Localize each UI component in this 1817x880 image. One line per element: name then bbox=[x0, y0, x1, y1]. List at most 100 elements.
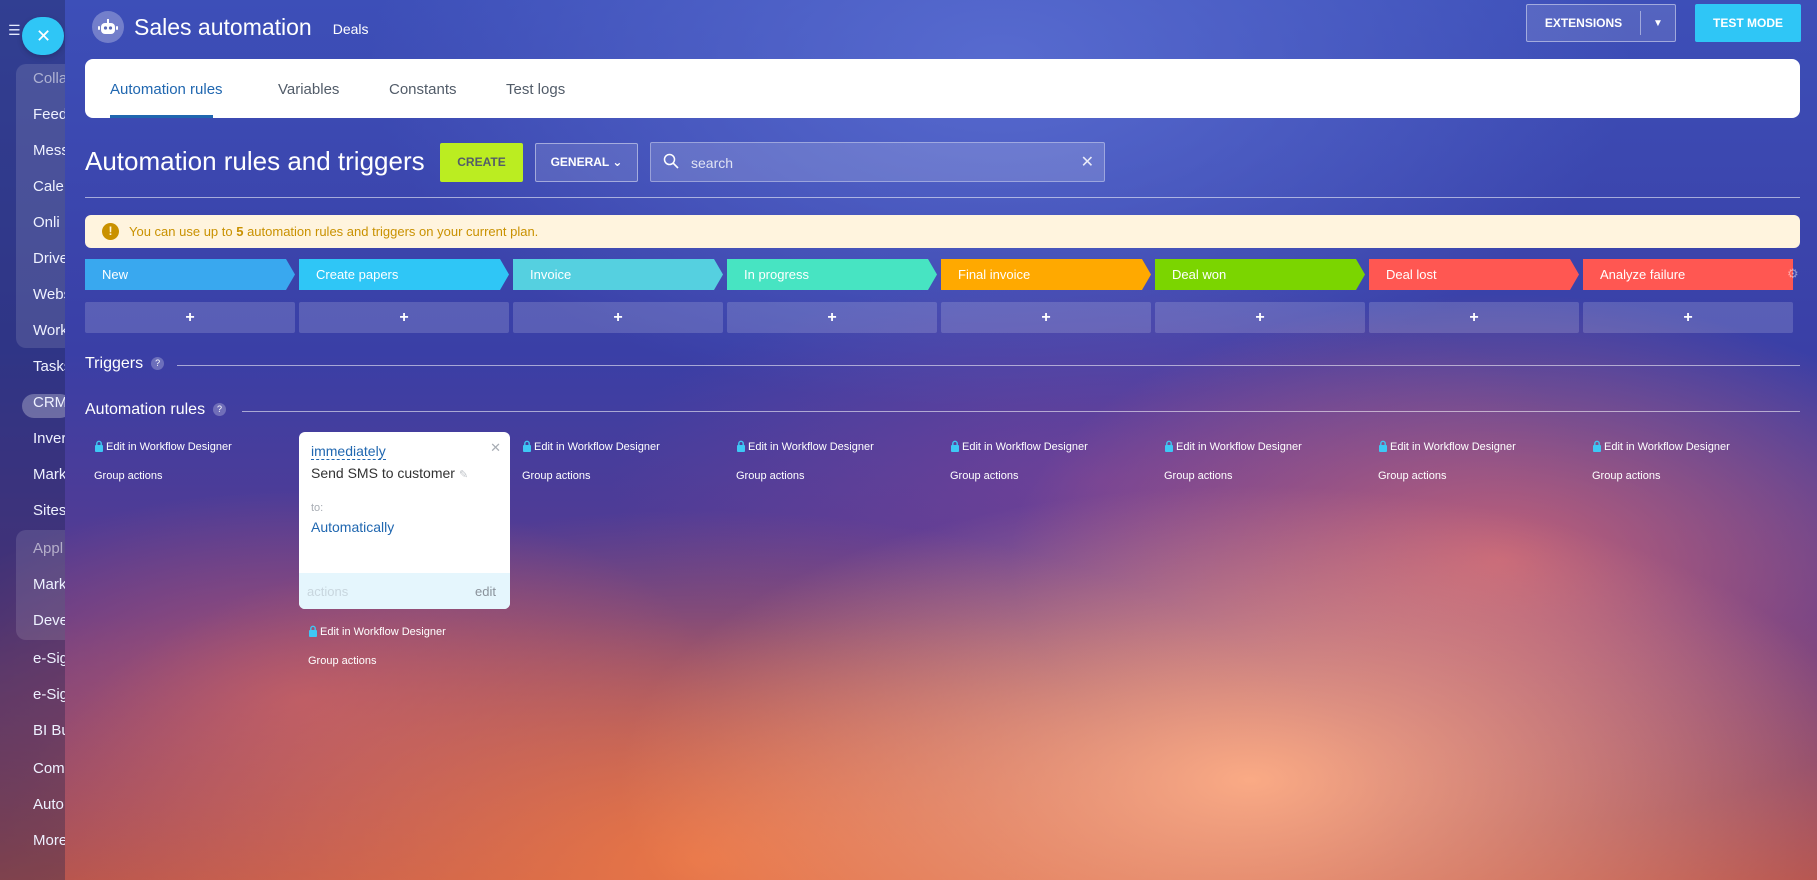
edit-in-workflow-designer-link[interactable]: Edit in Workflow Designer bbox=[94, 440, 232, 453]
edit-link-label: Edit in Workflow Designer bbox=[748, 441, 874, 453]
edit-link-label: Edit in Workflow Designer bbox=[1176, 441, 1302, 453]
group-actions-link[interactable]: Group actions bbox=[1164, 470, 1232, 482]
group-actions-link[interactable]: Group actions bbox=[1378, 470, 1446, 482]
page-title: Sales automation bbox=[134, 13, 312, 40]
stage-column-header: Deal won bbox=[1155, 259, 1365, 290]
plan-limit-notice: ! You can use up to 5 automation rules a… bbox=[85, 215, 1800, 248]
help-icon[interactable]: ? bbox=[213, 403, 227, 417]
edit-link-label: Edit in Workflow Designer bbox=[320, 626, 446, 638]
notice-text-start: You can use up to bbox=[129, 224, 237, 239]
header: Sales automation Deals bbox=[92, 8, 369, 46]
add-trigger-button[interactable]: + bbox=[299, 302, 509, 333]
close-icon[interactable]: ✕ bbox=[490, 440, 501, 456]
edit-in-workflow-designer-link[interactable]: Edit in Workflow Designer bbox=[950, 440, 1088, 453]
chevron-down-icon: ⌄ bbox=[612, 155, 623, 169]
rule-to-label: to: bbox=[311, 502, 324, 514]
sidebar-item[interactable]: Com bbox=[33, 760, 65, 777]
gear-icon[interactable]: ⚙ bbox=[1787, 266, 1799, 282]
edit-link-label: Edit in Workflow Designer bbox=[106, 441, 232, 453]
section-heading: Automation rules and triggers bbox=[85, 146, 425, 176]
lock-icon bbox=[1378, 440, 1388, 452]
group-actions-link[interactable]: Group actions bbox=[308, 655, 376, 667]
edit-in-workflow-designer-link[interactable]: Edit in Workflow Designer bbox=[308, 625, 446, 638]
extensions-label: EXTENSIONS bbox=[1544, 16, 1623, 30]
general-dropdown[interactable]: GENERAL ⌄ bbox=[535, 143, 638, 182]
warning-icon: ! bbox=[102, 223, 119, 240]
sidebar-item[interactable]: Inver bbox=[33, 430, 65, 447]
sidebar-item[interactable]: CRM bbox=[33, 394, 65, 411]
sidebar-item[interactable]: Sites bbox=[33, 502, 65, 519]
tabs-panel: Automation rules Variables Constants Tes… bbox=[85, 59, 1800, 118]
add-trigger-button[interactable]: + bbox=[1155, 302, 1365, 333]
add-trigger-button[interactable]: + bbox=[513, 302, 723, 333]
edit-in-workflow-designer-link[interactable]: Edit in Workflow Designer bbox=[1592, 440, 1730, 453]
tab-test-logs[interactable]: Test logs bbox=[506, 81, 565, 98]
sidebar-item[interactable]: Colla bbox=[33, 70, 65, 87]
automation-rules-heading: Automation rules? bbox=[85, 401, 227, 419]
stage-column-header: Deal lost bbox=[1369, 259, 1579, 290]
close-slider-button[interactable]: ✕ bbox=[22, 17, 64, 55]
group-actions-link[interactable]: Group actions bbox=[950, 470, 1018, 482]
chevron-down-icon[interactable]: ▼ bbox=[1641, 18, 1675, 29]
rule-card-footer: actions edit bbox=[299, 573, 510, 609]
sidebar-item[interactable]: Feed bbox=[33, 106, 65, 123]
group-actions-link[interactable]: Group actions bbox=[736, 470, 804, 482]
sidebar-item[interactable]: Cale bbox=[33, 178, 64, 195]
sidebar-item[interactable]: Mark bbox=[33, 466, 65, 483]
search-input[interactable] bbox=[689, 143, 1053, 183]
tab-automation-rules[interactable]: Automation rules bbox=[110, 81, 223, 98]
pencil-icon[interactable]: ✎ bbox=[459, 469, 468, 481]
sidebar-item[interactable]: Auto bbox=[33, 796, 64, 813]
sidebar-item[interactable]: BI Bu bbox=[33, 722, 65, 739]
triggers-heading: Triggers? bbox=[85, 355, 165, 373]
notice-text: You can use up to 5 automation rules and… bbox=[129, 224, 538, 239]
edit-link-label: Edit in Workflow Designer bbox=[1390, 441, 1516, 453]
sidebar-item[interactable]: Work bbox=[33, 322, 65, 339]
rule-delay-link[interactable]: immediately bbox=[311, 443, 386, 460]
add-trigger-button[interactable]: + bbox=[1369, 302, 1579, 333]
add-trigger-button[interactable]: + bbox=[727, 302, 937, 333]
search-box[interactable]: ✕ bbox=[650, 142, 1105, 183]
sidebar-item[interactable]: Tasks bbox=[33, 358, 65, 375]
tab-variables[interactable]: Variables bbox=[278, 81, 339, 98]
lock-icon bbox=[1592, 440, 1602, 452]
lock-icon bbox=[950, 440, 960, 452]
sidebar-item[interactable]: Webs bbox=[33, 286, 65, 303]
divider bbox=[177, 365, 1800, 366]
rule-recipient-link[interactable]: Automatically bbox=[311, 519, 394, 535]
add-trigger-button[interactable]: + bbox=[85, 302, 295, 333]
edit-in-workflow-designer-link[interactable]: Edit in Workflow Designer bbox=[1164, 440, 1302, 453]
sidebar-item[interactable]: e-Sig bbox=[33, 686, 65, 703]
sidebar-item[interactable]: Mess bbox=[33, 142, 65, 159]
lock-icon bbox=[308, 625, 318, 637]
sidebar-item[interactable]: Drive bbox=[33, 250, 65, 267]
menu-icon[interactable]: ☰ bbox=[8, 23, 22, 37]
sidebar-item[interactable]: Onli bbox=[33, 214, 60, 231]
sidebar-item[interactable]: Deve bbox=[33, 612, 65, 629]
sidebar-item[interactable]: e-Sig bbox=[33, 650, 65, 667]
group-actions-link[interactable]: Group actions bbox=[1592, 470, 1660, 482]
edit-in-workflow-designer-link[interactable]: Edit in Workflow Designer bbox=[1378, 440, 1516, 453]
automation-rule-card[interactable]: immediately ✕ Send SMS to customer ✎ to: … bbox=[299, 432, 510, 609]
edit-rule-button[interactable]: edit bbox=[475, 584, 496, 599]
add-trigger-button[interactable]: + bbox=[1583, 302, 1793, 333]
group-actions-link[interactable]: Group actions bbox=[522, 470, 590, 482]
sidebar-item[interactable]: More bbox=[33, 832, 65, 849]
general-label: GENERAL bbox=[550, 155, 610, 169]
help-icon[interactable]: ? bbox=[151, 357, 165, 371]
edit-in-workflow-designer-link[interactable]: Edit in Workflow Designer bbox=[522, 440, 660, 453]
create-button[interactable]: CREATE bbox=[440, 143, 523, 182]
add-trigger-button[interactable]: + bbox=[941, 302, 1151, 333]
edit-in-workflow-designer-link[interactable]: Edit in Workflow Designer bbox=[736, 440, 874, 453]
stage-column-header: Final invoice bbox=[941, 259, 1151, 290]
rule-name: Send SMS to customer ✎ bbox=[311, 465, 468, 481]
edit-link-label: Edit in Workflow Designer bbox=[1604, 441, 1730, 453]
tab-constants[interactable]: Constants bbox=[389, 81, 457, 98]
robot-icon bbox=[92, 11, 124, 43]
clear-search-icon[interactable]: ✕ bbox=[1081, 152, 1094, 172]
sidebar-item[interactable]: Appl bbox=[33, 540, 63, 557]
sidebar-item[interactable]: Mark bbox=[33, 576, 65, 593]
extensions-button[interactable]: EXTENSIONS ▼ bbox=[1526, 4, 1676, 42]
group-actions-link[interactable]: Group actions bbox=[94, 470, 162, 482]
test-mode-button[interactable]: TEST MODE bbox=[1695, 4, 1801, 42]
